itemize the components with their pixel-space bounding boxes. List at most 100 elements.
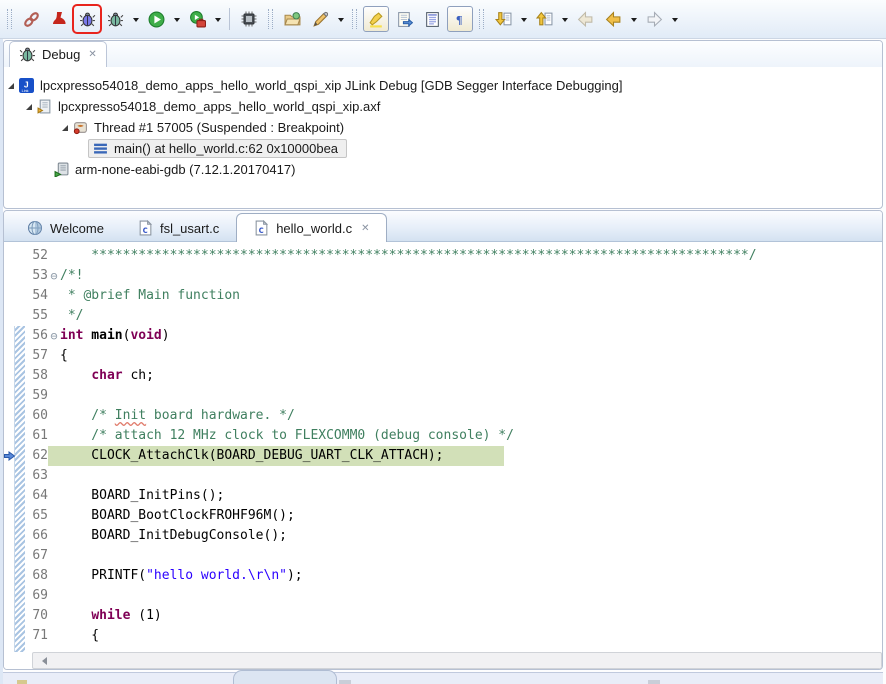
fold-collapse-icon[interactable]: ⊖: [48, 266, 60, 286]
last-edit-button[interactable]: [572, 6, 598, 32]
close-icon[interactable]: ✕: [88, 49, 96, 60]
code-line[interactable]: 62 CLOCK_AttachClk(BOARD_DEBUG_UART_CLK_…: [4, 446, 882, 466]
scroll-left-icon[interactable]: [38, 657, 47, 665]
dropdown-caret-icon[interactable]: [517, 7, 530, 31]
fold-column: [48, 466, 60, 486]
toolbar-separator: [229, 8, 230, 30]
tree-expander-icon[interactable]: [62, 125, 68, 131]
dropdown-caret-icon[interactable]: [627, 7, 640, 31]
annotation-ruler[interactable]: [4, 406, 14, 426]
horizontal-scrollbar[interactable]: [32, 652, 882, 669]
annotation-ruler[interactable]: [4, 426, 14, 446]
tree-row[interactable]: JLinklpcxpresso54018_demo_apps_hello_wor…: [4, 75, 882, 96]
annotation-ruler[interactable]: [4, 286, 14, 306]
range-indicator-column: [14, 406, 24, 426]
annotation-ruler[interactable]: [4, 266, 14, 286]
code-line[interactable]: 70 while (1): [4, 606, 882, 626]
annotation-ruler[interactable]: [4, 446, 14, 466]
editor-tab-Welcome[interactable]: Welcome: [10, 215, 121, 241]
annotation-ruler[interactable]: [4, 546, 14, 566]
toolbar-drag-handle[interactable]: [479, 9, 484, 29]
tree-expander-icon[interactable]: [8, 83, 14, 89]
code-line[interactable]: 65 BOARD_BootClockFROHF96M();: [4, 506, 882, 526]
code-line[interactable]: 71 {: [4, 626, 882, 646]
close-icon[interactable]: ✕: [361, 223, 369, 234]
prev-annotation-button[interactable]: [531, 6, 557, 32]
fold-collapse-icon[interactable]: ⊖: [48, 326, 60, 346]
annotation-ruler[interactable]: [4, 466, 14, 486]
code-line[interactable]: 64 BOARD_InitPins();: [4, 486, 882, 506]
code-editor[interactable]: 52 *************************************…: [4, 242, 882, 652]
code-line[interactable]: 58 char ch;: [4, 366, 882, 386]
link-button[interactable]: [18, 6, 44, 32]
tree-row[interactable]: lpcxpresso54018_demo_apps_hello_world_qs…: [4, 96, 882, 117]
tree-row[interactable]: Thread #1 57005 (Suspended : Breakpoint): [4, 117, 882, 138]
code-line[interactable]: 59: [4, 386, 882, 406]
code-line[interactable]: 55 */: [4, 306, 882, 326]
debug-button[interactable]: [74, 6, 100, 32]
run-button[interactable]: [143, 6, 169, 32]
outline-button[interactable]: [419, 6, 445, 32]
code-line[interactable]: 52 *************************************…: [4, 246, 882, 266]
toolbar-drag-handle[interactable]: [352, 9, 357, 29]
dropdown-caret-icon[interactable]: [558, 7, 571, 31]
highlighter-button[interactable]: [363, 6, 389, 32]
code-line[interactable]: 61 /* attach 12 MHz clock to FLEXCOMM0 (…: [4, 426, 882, 446]
editor-tab-fsl_usart-c[interactable]: cfsl_usart.c: [121, 215, 236, 241]
partial-icon: [17, 680, 27, 684]
toolbar-drag-handle[interactable]: [268, 9, 273, 29]
code-line[interactable]: 54 * @brief Main function: [4, 286, 882, 306]
annotation-ruler[interactable]: [4, 366, 14, 386]
toolbar-drag-handle[interactable]: [7, 9, 12, 29]
code-line[interactable]: 66 BOARD_InitDebugConsole();: [4, 526, 882, 546]
partial-icon: [648, 680, 660, 684]
prev-annotation-icon: [536, 11, 553, 28]
editor-tab-hello_world-c[interactable]: chello_world.c✕: [236, 213, 387, 242]
run-config-button[interactable]: [184, 6, 210, 32]
code-line[interactable]: 57{: [4, 346, 882, 366]
annotation-ruler[interactable]: [4, 346, 14, 366]
pilcrow-button[interactable]: ¶: [447, 6, 473, 32]
code-line[interactable]: 60 /* Init board hardware. */: [4, 406, 882, 426]
code-line[interactable]: 53⊖/*!: [4, 266, 882, 286]
code-lines: 52 *************************************…: [4, 246, 882, 646]
code-line[interactable]: 56⊖int main(void): [4, 326, 882, 346]
dropdown-caret-icon[interactable]: [668, 7, 681, 31]
code-line[interactable]: 69: [4, 586, 882, 606]
redboot-button[interactable]: [46, 6, 72, 32]
code-line[interactable]: 68 PRINTF("hello world.\r\n");: [4, 566, 882, 586]
annotation-ruler[interactable]: [4, 386, 14, 406]
tree-row[interactable]: arm-none-eabi-gdb (7.12.1.20170417): [4, 159, 882, 180]
annotation-ruler[interactable]: [4, 586, 14, 606]
code-line[interactable]: 63: [4, 466, 882, 486]
annotation-ruler[interactable]: [4, 326, 14, 346]
dropdown-caret-icon[interactable]: [170, 7, 183, 31]
selected-stack-frame[interactable]: main() at hello_world.c:62 0x10000bea: [88, 139, 347, 158]
annotation-ruler[interactable]: [4, 506, 14, 526]
forward-button[interactable]: [641, 6, 667, 32]
dropdown-caret-icon[interactable]: [211, 7, 224, 31]
annotation-ruler[interactable]: [4, 526, 14, 546]
link-editor-button[interactable]: [391, 6, 417, 32]
dropdown-caret-icon[interactable]: [129, 7, 142, 31]
debug-alt-button[interactable]: [102, 6, 128, 32]
annotation-ruler[interactable]: [4, 486, 14, 506]
chip-button[interactable]: [236, 6, 262, 32]
minimized-view-tab[interactable]: [233, 670, 337, 684]
annotation-ruler[interactable]: [4, 626, 14, 646]
tree-expander-icon[interactable]: [26, 104, 32, 110]
outline-icon: [424, 11, 441, 28]
dropdown-caret-icon[interactable]: [334, 7, 347, 31]
annotation-ruler[interactable]: [4, 246, 14, 266]
back-button[interactable]: [600, 6, 626, 32]
marker-button[interactable]: [307, 6, 333, 32]
annotation-ruler[interactable]: [4, 606, 14, 626]
line-number: 60: [24, 406, 48, 426]
open-resource-button[interactable]: [279, 6, 305, 32]
annotation-ruler[interactable]: [4, 566, 14, 586]
debug-view-tab[interactable]: Debug ✕: [9, 41, 107, 67]
next-annotation-button[interactable]: [490, 6, 516, 32]
code-line[interactable]: 67: [4, 546, 882, 566]
annotation-ruler[interactable]: [4, 306, 14, 326]
tree-row[interactable]: main() at hello_world.c:62 0x10000bea: [4, 138, 882, 159]
